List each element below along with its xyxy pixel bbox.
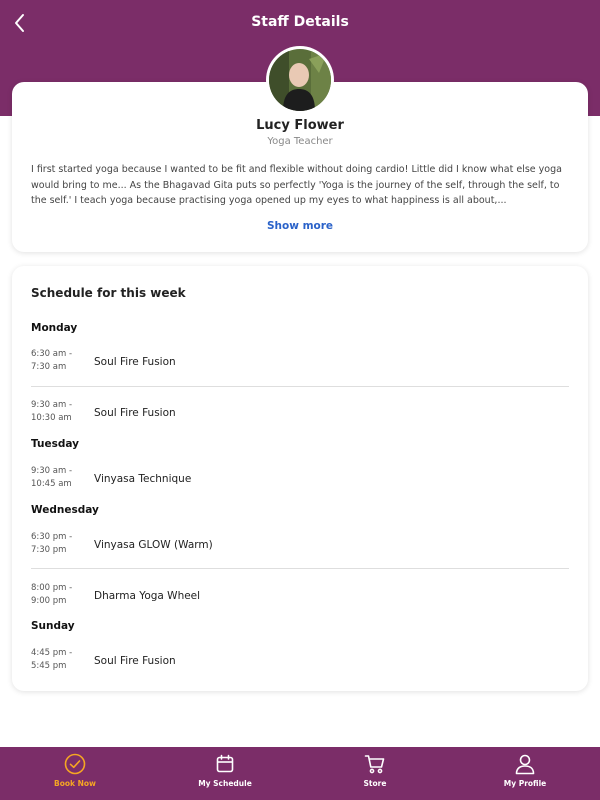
schedule-card: Schedule for this week Monday 6:30 am - … xyxy=(12,266,588,691)
slot-class-name: Soul Fire Fusion xyxy=(94,407,176,419)
tab-book-now[interactable]: Book Now xyxy=(0,747,150,800)
slot-time: 6:30 am - 7:30 am xyxy=(31,349,73,372)
day-heading: Sunday xyxy=(31,620,75,632)
day-heading: Tuesday xyxy=(31,438,79,450)
class-slot[interactable]: 4:45 pm - 5:45 pm Soul Fire Fusion xyxy=(31,647,571,677)
show-more-link[interactable]: Show more xyxy=(12,220,588,232)
slot-class-name: Vinyasa GLOW (Warm) xyxy=(94,539,213,551)
slot-class-name: Dharma Yoga Wheel xyxy=(94,590,201,602)
class-slot[interactable]: 9:30 am - 10:30 am Soul Fire Fusion xyxy=(31,399,571,429)
day-heading: Monday xyxy=(31,322,78,334)
slot-time: 6:30 pm - 7:30 pm xyxy=(31,532,73,555)
slot-time: 9:30 am - 10:30 am xyxy=(31,400,73,423)
bottom-tab-bar: Book Now My Schedule Store My Profile xyxy=(0,747,600,800)
avatar-photo xyxy=(269,49,331,111)
slot-time: 4:45 pm - 5:45 pm xyxy=(31,648,73,671)
tab-my-profile[interactable]: My Profile xyxy=(450,747,600,800)
class-slot[interactable]: 6:30 pm - 7:30 pm Vinyasa GLOW (Warm) xyxy=(31,531,571,561)
cart-icon xyxy=(364,755,385,774)
page-title: Staff Details xyxy=(251,14,349,30)
divider xyxy=(31,386,569,387)
staff-name: Lucy Flower xyxy=(256,118,344,133)
slot-class-name: Soul Fire Fusion xyxy=(94,655,176,667)
user-icon xyxy=(515,754,535,775)
staff-bio: I first started yoga because I wanted to… xyxy=(31,164,562,206)
tab-label: Store xyxy=(363,779,387,788)
check-circle-icon xyxy=(64,753,86,775)
slot-class-name: Soul Fire Fusion xyxy=(94,356,176,368)
tab-store[interactable]: Store xyxy=(300,747,450,800)
slot-class-name: Vinyasa Technique xyxy=(94,473,192,485)
slot-time: 9:30 am - 10:45 am xyxy=(31,466,73,489)
tab-label: My Profile xyxy=(503,779,547,788)
divider xyxy=(31,568,569,569)
tab-label: My Schedule xyxy=(198,779,252,788)
class-slot[interactable]: 9:30 am - 10:45 am Vinyasa Technique xyxy=(31,465,571,495)
tab-my-schedule[interactable]: My Schedule xyxy=(150,747,300,800)
avatar xyxy=(266,46,334,114)
staff-role: Yoga Teacher xyxy=(267,136,333,147)
slot-time: 8:00 pm - 9:00 pm xyxy=(31,583,73,606)
class-slot[interactable]: 8:00 pm - 9:00 pm Dharma Yoga Wheel xyxy=(31,582,571,612)
tab-label: Book Now xyxy=(54,779,96,788)
schedule-title: Schedule for this week xyxy=(31,286,186,300)
day-heading: Wednesday xyxy=(31,504,99,516)
calendar-icon xyxy=(216,754,234,773)
class-slot[interactable]: 6:30 am - 7:30 am Soul Fire Fusion xyxy=(31,348,571,378)
